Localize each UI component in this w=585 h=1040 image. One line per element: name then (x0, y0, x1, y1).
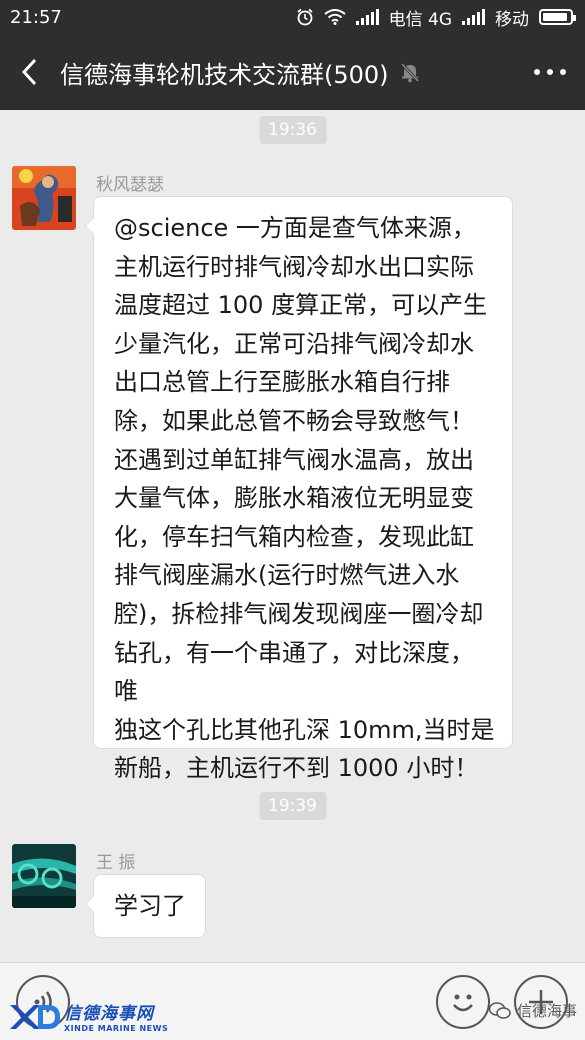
message-line: @science 一方面是查气体来源， (114, 214, 476, 242)
wifi-icon (323, 9, 346, 25)
alarm-icon (297, 8, 313, 26)
status-bar: 21:57 电信 4G 移动 (0, 0, 585, 34)
chat-title: 信德海事轮机技术交流群(500) (60, 60, 389, 89)
dot-icon (547, 69, 553, 75)
sender-name: 秋风瑟瑟 (96, 175, 164, 195)
wechat-icon (488, 1001, 511, 1019)
message-line: 大量气体，膨胀水箱液位无明显变 (114, 484, 474, 513)
message-line: 钻孔，有一个串通了，对比深度，唯 (114, 638, 474, 706)
smiley-icon (453, 994, 473, 1012)
logo-name-cn: 信德海事网 (64, 1004, 154, 1024)
status-indicators: 电信 4G 移动 (296, 5, 576, 30)
message-line: 主机运行时排气阀冷却水出口实际 (114, 252, 474, 281)
message-line: 腔)，拆检排气阀发现阀座一圈冷却 (114, 599, 484, 628)
watermark: 信德海事 (488, 1000, 577, 1021)
message-line: 学习了 (114, 892, 186, 920)
battery-icon (539, 9, 576, 25)
signal-strength-icon-2 (462, 9, 485, 25)
message-line: 除，如果此总管不畅会导致憋气！ (114, 406, 474, 435)
status-time: 21:57 (10, 6, 62, 28)
message-line: 少量汽化，正常可沿排气阀冷却水 (114, 329, 474, 358)
message-line: 独这个孔比其他孔深 10mm,当时是 (114, 715, 495, 744)
message-line: 出口总管上行至膨胀水箱自行排 (114, 368, 450, 397)
timestamp-chip: 19:36 (259, 116, 326, 144)
site-logo: 信德海事网 XINDE MARINE NEWS (8, 999, 168, 1033)
message-line: 排气阀座漏水(运行时燃气进入水 (114, 561, 460, 590)
more-options-button[interactable] (515, 34, 585, 110)
logo-name-en: XINDE MARINE NEWS (64, 1024, 169, 1033)
back-button[interactable] (0, 34, 60, 110)
carrier-label-2: 移动 (495, 9, 529, 30)
message-line: 新船，主机运行不到 1000 小时！ (114, 754, 479, 783)
timestamp-chip: 19:39 (259, 792, 326, 820)
watermark-text: 信德海事 (516, 1002, 577, 1020)
xd-logo-icon (10, 1005, 60, 1029)
chat-messages[interactable]: 19:36 秋风瑟瑟 @science 一方面是查气体来源， 主机运行时排气阀冷… (0, 110, 585, 962)
avatar[interactable] (12, 844, 76, 908)
chevron-left-icon (21, 58, 37, 86)
sender-name: 王 振 (96, 853, 136, 873)
message-line: 温度超过 100 度算正常，可以产生 (114, 291, 488, 320)
carrier-label-1: 电信 4G (388, 9, 452, 30)
mute-bell-icon (400, 62, 419, 83)
emoji-button[interactable] (436, 975, 490, 1029)
signal-strength-icon (355, 9, 379, 25)
message-line: 还遇到过单缸排气阀水温高，放出 (114, 445, 474, 474)
avatar[interactable] (12, 166, 76, 230)
dot-icon (534, 69, 540, 75)
message-bubble[interactable]: @science 一方面是查气体来源， 主机运行时排气阀冷却水出口实际 温度超过… (85, 196, 513, 782)
message-bubble[interactable]: 学习了 (85, 874, 206, 938)
dot-icon (560, 69, 566, 75)
chat-header: 信德海事轮机技术交流群(500) (0, 34, 585, 110)
chat-title-area: 信德海事轮机技术交流群(500) (60, 55, 515, 90)
message-line: 化，停车扫气箱内检查，发现此缸 (114, 522, 474, 551)
